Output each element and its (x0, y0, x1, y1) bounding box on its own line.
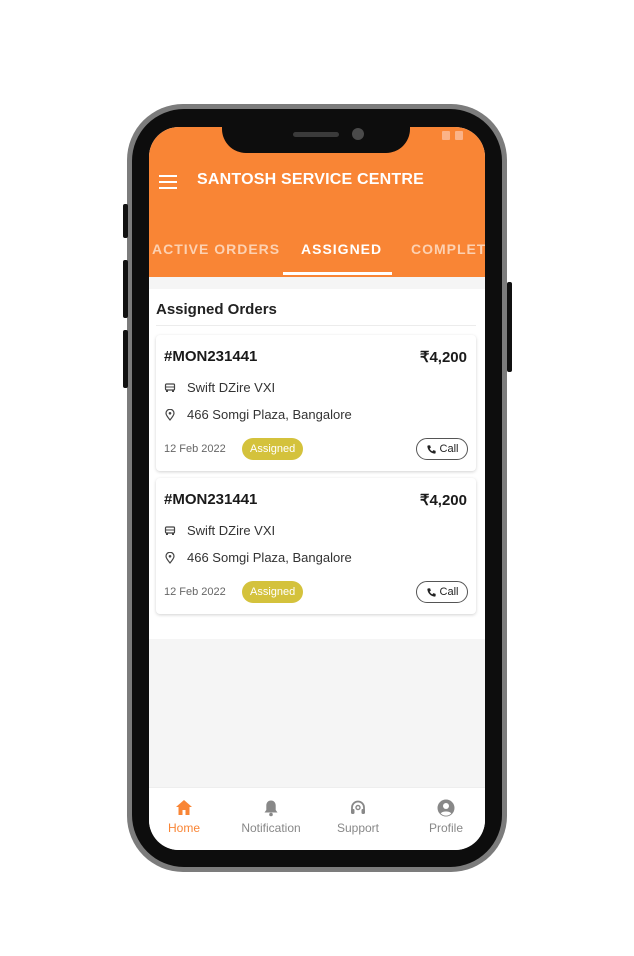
nav-home[interactable]: Home (149, 798, 226, 835)
location-pin-icon (165, 408, 175, 421)
order-tabs: ACTIVE ORDERS ASSIGNED COMPLETED (149, 235, 485, 277)
headset-icon (351, 800, 365, 814)
tab-active-orders[interactable]: ACTIVE ORDERS (152, 241, 280, 257)
hamburger-menu-icon[interactable] (159, 175, 177, 189)
service-location: 466 Somgi Plaza, Bangalore (187, 550, 352, 565)
car-icon (164, 382, 176, 392)
location-pin-icon (165, 551, 175, 564)
status-bar-icons (442, 131, 463, 140)
earpiece-speaker (293, 132, 339, 137)
location-row: 466 Somgi Plaza, Bangalore (164, 550, 352, 565)
volume-up-button (123, 260, 128, 318)
volume-down-button (123, 330, 128, 388)
status-badge: Assigned (242, 438, 304, 460)
section-title: Assigned Orders (156, 301, 277, 318)
order-card[interactable]: #MON231441 ₹4,200 Swift DZire VXI 466 So… (156, 335, 476, 471)
order-id: #MON231441 (164, 491, 258, 508)
home-icon (176, 800, 192, 815)
status-badge: Assigned (242, 581, 304, 603)
nav-profile[interactable]: Profile (404, 798, 485, 835)
service-location: 466 Somgi Plaza, Bangalore (187, 407, 352, 422)
nav-notification[interactable]: Notification (229, 798, 313, 835)
signal-icon (442, 131, 450, 140)
section-divider (156, 325, 476, 326)
car-icon (164, 525, 176, 535)
order-date: 12 Feb 2022 (164, 443, 226, 455)
app-screen: SANTOSH SERVICE CENTRE ACTIVE ORDERS ASS… (149, 127, 485, 850)
order-date: 12 Feb 2022 (164, 586, 226, 598)
nav-support-label: Support (336, 821, 380, 835)
phone-icon (426, 444, 436, 454)
car-model: Swift DZire VXI (187, 380, 276, 395)
location-row: 466 Somgi Plaza, Bangalore (164, 407, 352, 422)
call-label: Call (439, 443, 459, 455)
bell-icon (264, 800, 278, 817)
order-card[interactable]: #MON231441 ₹4,200 Swift DZire VXI 466 So… (156, 478, 476, 614)
phone-notch (222, 109, 410, 153)
car-row: Swift DZire VXI (164, 380, 275, 395)
power-button (507, 282, 512, 372)
nav-home-label: Home (167, 821, 200, 835)
nav-notification-label: Notification (241, 821, 301, 835)
empty-area (149, 639, 485, 787)
bottom-navigation: Home Notification Support Profile (149, 787, 485, 850)
order-amount: ₹4,200 (419, 349, 467, 366)
tab-assigned[interactable]: ASSIGNED (301, 241, 382, 257)
order-id: #MON231441 (164, 348, 258, 365)
app-title: SANTOSH SERVICE CENTRE (197, 171, 424, 188)
car-row: Swift DZire VXI (164, 523, 275, 538)
battery-icon (455, 131, 463, 140)
call-button[interactable]: Call (416, 438, 468, 460)
car-model: Swift DZire VXI (187, 523, 276, 538)
call-label: Call (439, 586, 459, 598)
nav-support[interactable]: Support (316, 798, 400, 835)
call-button[interactable]: Call (416, 581, 468, 603)
user-circle-icon (437, 799, 455, 817)
phone-icon (426, 587, 436, 597)
front-camera (352, 128, 364, 140)
active-tab-indicator (283, 272, 392, 275)
mute-switch (123, 204, 128, 238)
nav-profile-label: Profile (428, 821, 463, 835)
tab-completed[interactable]: COMPLETED (411, 241, 485, 257)
order-amount: ₹4,200 (419, 492, 467, 509)
